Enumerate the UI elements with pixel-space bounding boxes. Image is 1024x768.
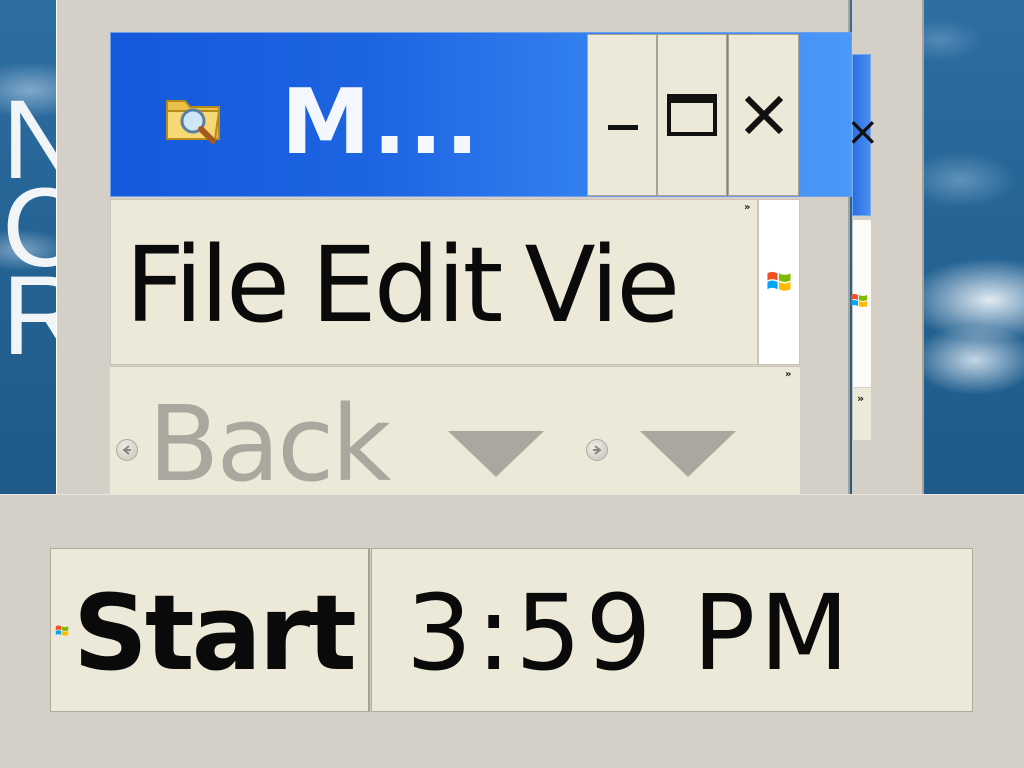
maximize-icon bbox=[667, 94, 717, 136]
window-titlebar[interactable]: M... bbox=[110, 32, 852, 197]
forward-arrow-icon[interactable] bbox=[586, 439, 608, 461]
menu-bar: File Edit Vie » bbox=[110, 199, 758, 365]
menu-view[interactable]: Vie bbox=[524, 230, 701, 340]
menu-overflow-chevron[interactable]: » bbox=[744, 202, 750, 213]
menu-edit[interactable]: Edit bbox=[311, 230, 524, 340]
notification-area: 3:59 PM bbox=[371, 548, 973, 712]
background-window-toolbar: » bbox=[852, 388, 871, 440]
standard-toolbar: » Back bbox=[110, 366, 800, 494]
explorer-window[interactable]: M... File Edit Vie » » Back bbox=[56, 0, 852, 494]
desktop-letter: R bbox=[2, 253, 83, 378]
forward-dropdown-arrow[interactable] bbox=[640, 431, 736, 477]
background-window-menubar bbox=[851, 220, 871, 387]
background-window[interactable]: » × bbox=[846, 0, 924, 494]
windows-flag-icon bbox=[55, 625, 69, 636]
desktop-icon-labels[interactable]: N C R bbox=[2, 84, 83, 378]
close-icon bbox=[744, 95, 783, 135]
back-arrow-icon bbox=[116, 439, 138, 461]
taskbar-clock[interactable]: 3:59 PM bbox=[406, 573, 853, 693]
start-label: Start bbox=[73, 572, 357, 694]
windows-logo-icon bbox=[767, 271, 791, 291]
toolbar-overflow-chevron[interactable]: » bbox=[785, 369, 791, 380]
start-button[interactable]: Start bbox=[50, 548, 370, 712]
back-button[interactable]: Back bbox=[148, 389, 391, 494]
taskbar: Start 3:59 PM bbox=[0, 494, 1024, 768]
toolbar-overflow-chevron[interactable]: » bbox=[857, 392, 864, 405]
window-title: M... bbox=[281, 70, 482, 175]
windows-logo-icon bbox=[851, 294, 867, 307]
windows-throbber bbox=[758, 199, 800, 365]
minimize-icon bbox=[608, 125, 638, 130]
maximize-button[interactable] bbox=[657, 34, 727, 196]
close-button[interactable] bbox=[728, 34, 799, 196]
folder-search-icon bbox=[166, 100, 221, 144]
desktop: N C R » × M... File Edit Vie » » Back bbox=[0, 0, 1024, 494]
menu-file[interactable]: File bbox=[125, 230, 311, 340]
back-dropdown-arrow[interactable] bbox=[448, 431, 544, 477]
minimize-button[interactable] bbox=[587, 34, 657, 196]
